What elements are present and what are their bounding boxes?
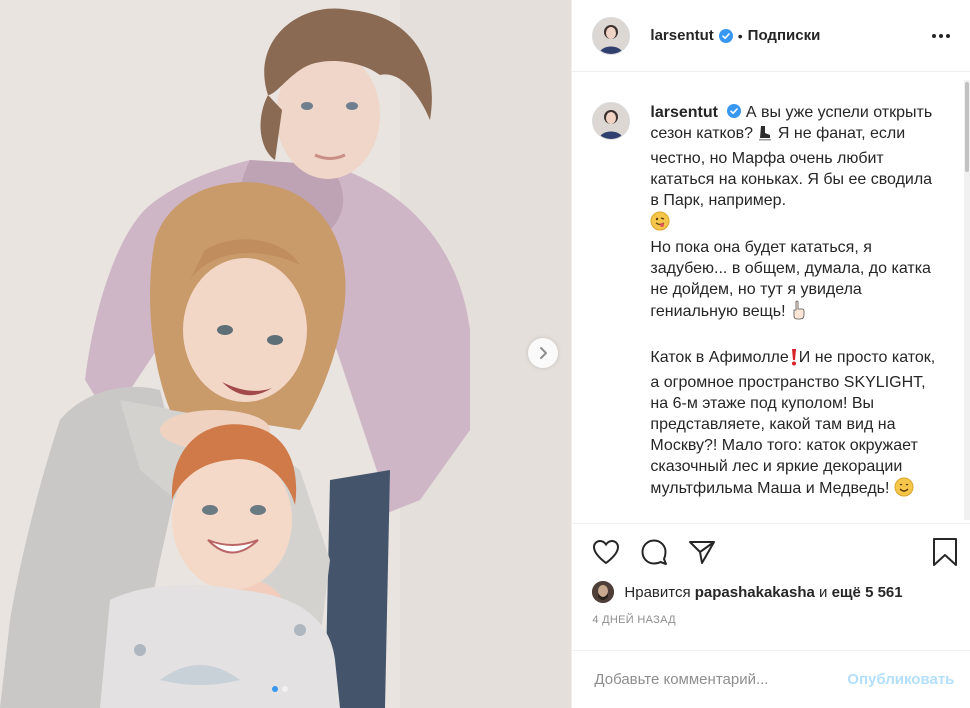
- exclamation-mark-icon: [789, 348, 799, 372]
- photo-children-illustration: [0, 0, 572, 708]
- likes-summary: Нравится papashakakasha и ещё 5 561: [572, 580, 970, 604]
- more-options-icon[interactable]: [928, 28, 954, 44]
- caption-username[interactable]: larsentut: [650, 104, 718, 121]
- likes-and: и: [814, 583, 832, 601]
- post-timestamp[interactable]: 4 ДНЕЙ НАЗАД: [572, 604, 970, 634]
- action-bar: [572, 524, 970, 580]
- carousel-dot: [282, 686, 288, 692]
- carousel-dot-active: [272, 686, 278, 692]
- avatar-image: [593, 103, 630, 139]
- verified-badge-icon: [727, 104, 742, 118]
- verified-badge-icon: [718, 28, 733, 43]
- post-photo[interactable]: [0, 0, 572, 708]
- header-separator: •: [737, 27, 743, 44]
- avatar-image: [593, 17, 630, 54]
- author-username[interactable]: larsentut: [650, 27, 713, 44]
- caption-text: larsentut А вы уже успели открыть сезон …: [650, 102, 940, 503]
- scrollbar-thumb[interactable]: [965, 82, 969, 172]
- comment-input[interactable]: [592, 670, 848, 689]
- post-header: larsentut • Подписки: [572, 0, 970, 72]
- chevron-right-icon: [540, 347, 547, 359]
- comment-icon[interactable]: [640, 538, 668, 566]
- bookmark-icon[interactable]: [932, 537, 958, 567]
- comments-section: larsentut А вы уже успели открыть сезон …: [572, 72, 970, 524]
- instagram-post: larsentut • Подписки larsentut А вы уже …: [0, 0, 970, 708]
- share-icon[interactable]: [688, 539, 716, 565]
- caption-segment-5: И не просто каток, а огромное пространст…: [650, 349, 940, 497]
- following-button[interactable]: Подписки: [748, 27, 821, 44]
- comments-scrollbar[interactable]: [964, 80, 970, 520]
- tongue-out-emoji-icon: [650, 211, 670, 237]
- liker-username[interactable]: papashakakasha: [695, 584, 815, 601]
- heart-icon[interactable]: [592, 539, 620, 565]
- liker-avatar[interactable]: [592, 581, 615, 603]
- caption-author-avatar[interactable]: [592, 102, 631, 140]
- smiling-face-emoji-icon: [894, 477, 914, 503]
- likes-text: Нравится papashakakasha и ещё 5 561: [624, 584, 902, 601]
- carousel-indicator: [272, 686, 288, 692]
- caption-segment-4: Каток в Афимолле: [650, 349, 789, 366]
- add-comment-form: Опубликовать: [572, 650, 970, 708]
- post-side-panel: larsentut • Подписки larsentut А вы уже …: [571, 0, 970, 708]
- next-photo-button[interactable]: [528, 338, 558, 368]
- likes-prefix: Нравится: [624, 583, 695, 601]
- likes-count[interactable]: ещё 5 561: [832, 584, 903, 601]
- index-pointing-up-icon: [790, 300, 806, 326]
- ice-skate-icon: [757, 124, 773, 148]
- author-avatar[interactable]: [592, 16, 631, 55]
- publish-button[interactable]: Опубликовать: [847, 671, 954, 688]
- caption: larsentut А вы уже успели открыть сезон …: [592, 102, 970, 503]
